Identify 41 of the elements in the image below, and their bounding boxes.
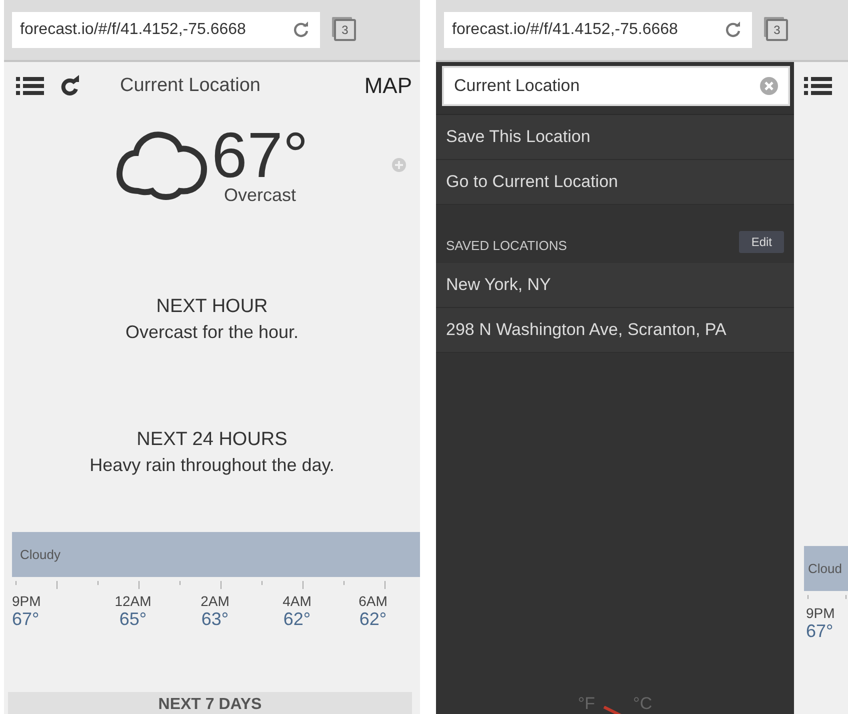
menu-icon[interactable]: [804, 76, 832, 96]
saved-heading: SAVED LOCATIONS: [446, 238, 567, 253]
menu-item[interactable]: Go to Current Location: [436, 160, 794, 205]
hour-time: 2AM: [200, 593, 230, 609]
search-field[interactable]: Current Location: [442, 66, 790, 106]
tabs-button[interactable]: 3: [334, 19, 356, 41]
refresh-icon[interactable]: [60, 75, 80, 97]
hour-temperature: 67°: [805, 621, 834, 642]
reload-icon[interactable]: [292, 21, 310, 39]
hour-time: 12AM: [114, 593, 152, 609]
hour-temperature: 65°: [119, 609, 147, 630]
hour-temperature: 63°: [201, 609, 229, 630]
saved-location[interactable]: 298 N Washington Ave, Scranton, PA: [436, 308, 794, 353]
menu-item[interactable]: Save This Location: [436, 115, 794, 160]
edit-button[interactable]: Edit: [739, 231, 784, 253]
url-field[interactable]: forecast.io/#/f/41.4152,-75.6668: [444, 12, 752, 48]
hour-time: 4AM: [282, 593, 312, 609]
location-title: Current Location: [120, 75, 262, 97]
hour-time: 6AM: [358, 593, 388, 609]
map-link[interactable]: MAP: [364, 73, 412, 99]
cloud-icon: [116, 129, 208, 201]
hour-time: 9PM: [805, 605, 836, 621]
condition-summary: Overcast: [224, 184, 296, 206]
current-temperature: 67°: [212, 124, 308, 184]
condition-bar: Cloudy: [12, 532, 420, 577]
hour-temperature: 67°: [12, 609, 40, 630]
url-field[interactable]: forecast.io/#/f/41.4152,-75.6668: [12, 12, 320, 48]
condition-bar: Cloud: [804, 546, 848, 591]
clear-icon[interactable]: [760, 77, 778, 95]
reload-icon[interactable]: [724, 21, 742, 39]
saved-location[interactable]: New York, NY: [436, 263, 794, 308]
hour-temperature: 62°: [283, 609, 311, 630]
section-text: Overcast for the hour.: [125, 322, 299, 343]
hour-temperature: 62°: [359, 609, 387, 630]
tabs-button[interactable]: 3: [766, 19, 788, 41]
section-text: Heavy rain throughout the day.: [90, 455, 334, 476]
menu-icon[interactable]: [16, 76, 44, 96]
section-heading: NEXT 24 HOURS: [136, 429, 288, 451]
section-heading: NEXT HOUR: [156, 296, 268, 318]
next-7-days-bar[interactable]: NEXT 7 DAYS: [8, 692, 412, 714]
hour-time: 9PM: [12, 593, 41, 609]
